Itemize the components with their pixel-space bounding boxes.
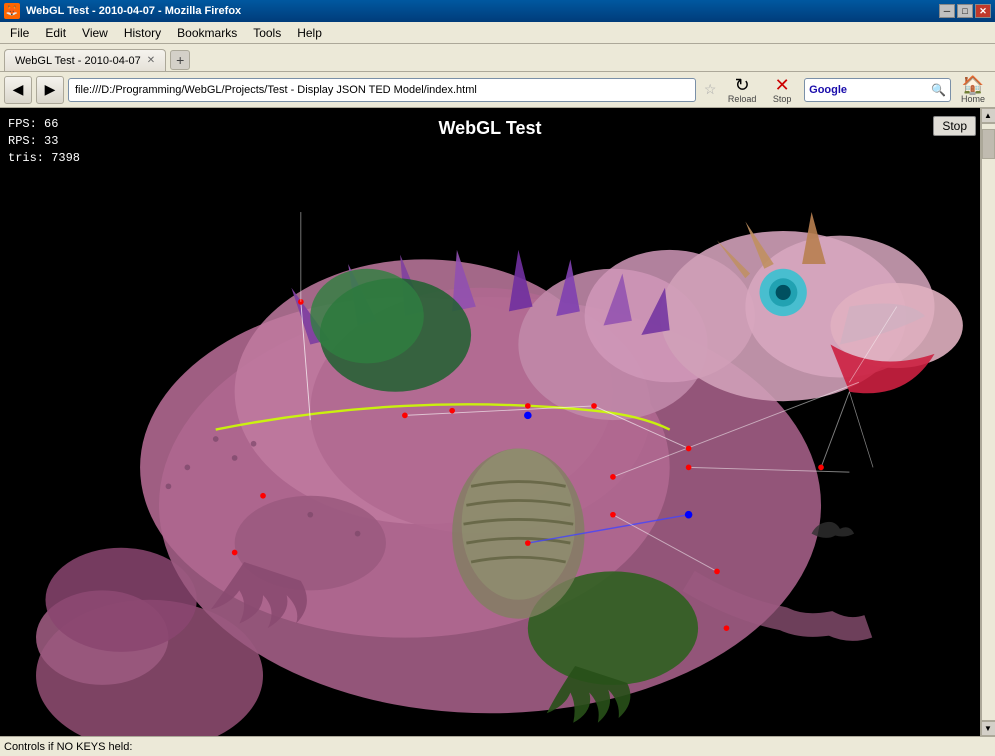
window-title: WebGL Test - 2010-04-07 - Mozilla Firefo…	[26, 5, 939, 17]
stop-label: Stop	[773, 94, 792, 104]
search-bar: Google 🔍	[804, 78, 951, 102]
fps-display: FPS: 66	[8, 116, 80, 133]
home-label: Home	[961, 94, 985, 104]
statusbar: Controls if NO KEYS held:	[0, 736, 995, 756]
search-input[interactable]	[849, 80, 929, 100]
scrollbar-thumb[interactable]	[982, 129, 995, 159]
home-button[interactable]: 🏠 Home	[955, 76, 991, 104]
menu-history[interactable]: History	[116, 24, 169, 42]
forward-button[interactable]: ▶	[36, 76, 64, 104]
menubar: File Edit View History Bookmarks Tools H…	[0, 22, 995, 44]
menu-tools[interactable]: Tools	[245, 24, 289, 42]
menu-view[interactable]: View	[74, 24, 116, 42]
rps-display: RPS: 33	[8, 133, 80, 150]
tab-close-button[interactable]: ✕	[147, 55, 155, 66]
scroll-down-button[interactable]: ▼	[981, 721, 995, 736]
tabbar: WebGL Test - 2010-04-07 ✕ +	[0, 44, 995, 72]
stop-button[interactable]: ✕ Stop	[764, 76, 800, 104]
firefox-icon: 🦊	[4, 3, 20, 19]
webgl-content: FPS: 66 RPS: 33 tris: 7398 WebGL Test St…	[0, 108, 980, 736]
content-wrapper: FPS: 66 RPS: 33 tris: 7398 WebGL Test St…	[0, 108, 995, 736]
maximize-button[interactable]: □	[957, 4, 973, 18]
dragon-svg	[0, 108, 980, 736]
reload-label: Reload	[728, 94, 757, 104]
new-tab-button[interactable]: +	[170, 50, 190, 70]
navbar: ◀ ▶ ☆ ↻ Reload ✕ Stop Google 🔍 🏠 Home	[0, 72, 995, 108]
minimize-button[interactable]: ─	[939, 4, 955, 18]
dragon-scene: FPS: 66 RPS: 33 tris: 7398 WebGL Test St…	[0, 108, 980, 736]
url-bar[interactable]	[68, 78, 696, 102]
titlebar: 🦊 WebGL Test - 2010-04-07 - Mozilla Fire…	[0, 0, 995, 22]
tris-display: tris: 7398	[8, 150, 80, 167]
bookmark-star-button[interactable]: ☆	[700, 78, 720, 102]
window-controls: ─ □ ✕	[939, 4, 991, 18]
forward-icon: ▶	[45, 81, 56, 98]
menu-file[interactable]: File	[2, 24, 37, 42]
back-icon: ◀	[13, 81, 24, 98]
google-logo: Google	[809, 84, 847, 96]
tab-label: WebGL Test - 2010-04-07	[15, 55, 141, 67]
reload-button[interactable]: ↻ Reload	[724, 76, 760, 104]
scrollbar-right: ▲ ▼	[980, 108, 995, 736]
webgl-canvas[interactable]: FPS: 66 RPS: 33 tris: 7398 WebGL Test St…	[0, 108, 980, 736]
home-icon: 🏠	[962, 76, 984, 94]
close-button[interactable]: ✕	[975, 4, 991, 18]
scrollbar-track[interactable]	[981, 123, 995, 721]
status-text: Controls if NO KEYS held:	[4, 741, 132, 753]
active-tab[interactable]: WebGL Test - 2010-04-07 ✕	[4, 49, 166, 71]
stats-overlay: FPS: 66 RPS: 33 tris: 7398	[8, 116, 80, 166]
menu-help[interactable]: Help	[289, 24, 330, 42]
menu-bookmarks[interactable]: Bookmarks	[169, 24, 245, 42]
menu-edit[interactable]: Edit	[37, 24, 74, 42]
scroll-up-button[interactable]: ▲	[981, 108, 995, 123]
stop-canvas-button[interactable]: Stop	[933, 116, 976, 136]
stop-overlay-button[interactable]: Stop	[933, 116, 976, 136]
stop-icon: ✕	[775, 76, 790, 94]
reload-icon: ↻	[735, 76, 750, 94]
back-button[interactable]: ◀	[4, 76, 32, 104]
search-icon[interactable]: 🔍	[931, 83, 946, 97]
page-title: WebGL Test	[438, 118, 541, 139]
